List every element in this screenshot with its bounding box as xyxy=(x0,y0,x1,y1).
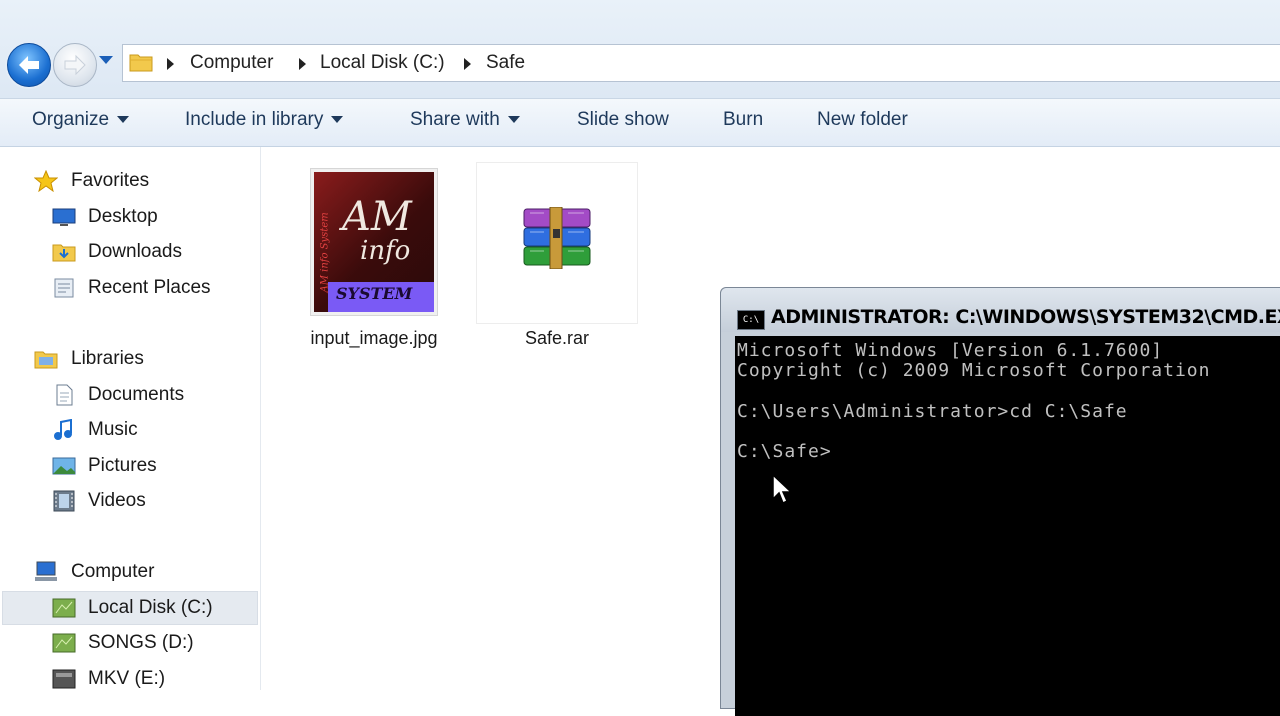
image-thumbnail[interactable]: AM info SYSTEM AM info System xyxy=(310,168,438,316)
forward-button[interactable] xyxy=(53,43,97,87)
nav-item-videos[interactable]: Videos xyxy=(52,485,252,517)
cmd-icon: C:\ xyxy=(737,310,765,330)
drive-icon xyxy=(52,669,76,689)
console-output[interactable]: Microsoft Windows [Version 6.1.7600] Cop… xyxy=(735,336,1280,716)
libraries-icon xyxy=(34,351,58,369)
nav-item-label: MKV (E:) xyxy=(88,668,166,689)
nav-item-label: Music xyxy=(88,419,138,440)
console-line: Microsoft Windows [Version 6.1.7600] xyxy=(737,340,1164,361)
include-in-library-button[interactable]: Include in library xyxy=(185,109,344,131)
recent-places-icon xyxy=(54,278,74,298)
nav-libraries-label: Libraries xyxy=(71,348,144,369)
cmd-titlebar[interactable]: C:\ ADMINISTRATOR: C:\WINDOWS\SYSTEM32\C… xyxy=(721,288,1280,332)
file-item-safe-rar[interactable]: Safe.rar xyxy=(476,162,638,348)
nav-libraries[interactable]: Libraries xyxy=(34,343,254,375)
downloads-folder-icon xyxy=(52,244,76,262)
organize-button[interactable]: Organize xyxy=(32,109,130,131)
burn-button[interactable]: Burn xyxy=(723,109,763,131)
breadcrumb-safe[interactable]: Safe xyxy=(486,52,525,74)
command-bar: Organize Include in library Share with S… xyxy=(0,99,1280,147)
breadcrumb-computer[interactable]: Computer xyxy=(190,52,273,74)
nav-item-label: Pictures xyxy=(88,455,157,476)
nav-item-label: Documents xyxy=(88,384,185,405)
console-prompt: C:\Safe> xyxy=(737,441,832,462)
computer-icon xyxy=(35,561,57,581)
breadcrumb-arrow-icon[interactable] xyxy=(464,58,471,70)
nav-item-recent-places[interactable]: Recent Places xyxy=(52,272,252,304)
thumbnail-text: SYSTEM xyxy=(336,284,413,303)
mouse-cursor-icon xyxy=(772,474,793,505)
nav-item-local-disk-c[interactable]: Local Disk (C:) xyxy=(52,592,252,624)
back-button[interactable] xyxy=(7,43,51,87)
breadcrumb-arrow-icon[interactable] xyxy=(167,58,174,70)
nav-item-documents[interactable]: Documents xyxy=(52,379,252,411)
file-label: Safe.rar xyxy=(524,328,590,348)
slide-show-button[interactable]: Slide show xyxy=(577,109,669,131)
cmd-title: ADMINISTRATOR: C:\WINDOWS\SYSTEM32\CMD.E… xyxy=(771,306,1280,328)
nav-computer[interactable]: Computer xyxy=(34,556,254,588)
drive-icon xyxy=(52,633,76,653)
documents-icon xyxy=(56,384,73,406)
nav-item-mkv-e[interactable]: MKV (E:) xyxy=(52,663,252,695)
navigation-pane: Favorites Desktop Downloads Recent Place… xyxy=(0,147,261,690)
nav-item-downloads[interactable]: Downloads xyxy=(52,236,252,268)
star-icon xyxy=(34,170,58,192)
nav-item-label: SONGS (D:) xyxy=(88,632,194,653)
chevron-down-icon xyxy=(507,116,520,124)
nav-item-songs-d[interactable]: SONGS (D:) xyxy=(52,627,252,659)
breadcrumb-local-disk[interactable]: Local Disk (C:) xyxy=(320,52,445,74)
cmd-window[interactable]: C:\ ADMINISTRATOR: C:\WINDOWS\SYSTEM32\C… xyxy=(720,287,1280,716)
nav-item-label: Recent Places xyxy=(88,277,211,298)
pictures-icon xyxy=(52,457,76,475)
share-with-button[interactable]: Share with xyxy=(410,109,520,131)
nav-item-pictures[interactable]: Pictures xyxy=(52,450,252,482)
address-bar-region: Computer Local Disk (C:) Safe xyxy=(0,0,1280,99)
thumbnail-text: info xyxy=(360,236,411,266)
nav-computer-label: Computer xyxy=(71,561,155,582)
image-thumbnail-content: AM info SYSTEM AM info System xyxy=(314,172,434,312)
nav-item-music[interactable]: Music xyxy=(52,414,252,446)
address-field[interactable]: Computer Local Disk (C:) Safe xyxy=(122,44,1280,82)
forward-arrow-icon xyxy=(64,54,86,76)
breadcrumb-arrow-icon[interactable] xyxy=(299,58,306,70)
thumbnail-text: AM xyxy=(342,194,412,240)
thumbnail-text: AM info System xyxy=(319,212,331,293)
organize-label: Organize xyxy=(32,109,110,130)
console-line: C:\Users\Administrator>cd C:\Safe xyxy=(737,401,1128,422)
nav-item-label: Desktop xyxy=(88,206,158,227)
nav-favorites[interactable]: Favorites xyxy=(34,165,254,197)
winrar-archive-icon xyxy=(523,207,591,269)
nav-item-desktop[interactable]: Desktop xyxy=(52,201,252,233)
new-folder-button[interactable]: New folder xyxy=(817,109,908,131)
file-label: input_image.jpg xyxy=(310,328,438,348)
chevron-down-icon xyxy=(331,116,344,124)
folder-icon xyxy=(129,54,153,72)
music-note-icon xyxy=(54,419,72,440)
desktop-icon xyxy=(52,208,76,226)
nav-item-label: Downloads xyxy=(88,241,182,262)
videos-icon xyxy=(53,490,75,512)
recent-pages-dropdown[interactable] xyxy=(99,56,113,64)
chevron-down-icon xyxy=(117,116,130,124)
nav-item-label: Videos xyxy=(88,490,146,511)
nav-favorites-label: Favorites xyxy=(71,170,150,191)
drive-icon xyxy=(52,598,76,618)
include-in-library-label: Include in library xyxy=(185,109,324,130)
share-with-label: Share with xyxy=(410,109,500,130)
back-arrow-icon xyxy=(19,56,39,74)
nav-item-label: Local Disk (C:) xyxy=(88,597,213,618)
console-line: Copyright (c) 2009 Microsoft Corporation xyxy=(737,360,1211,381)
